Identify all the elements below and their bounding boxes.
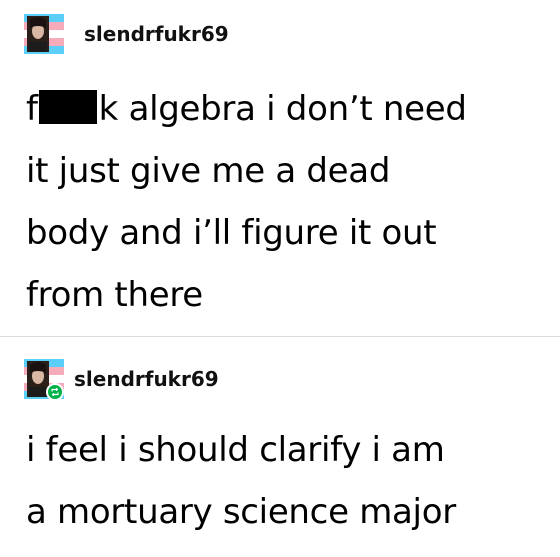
censor-block xyxy=(38,90,97,124)
username[interactable]: slendrfukr69 xyxy=(74,367,219,391)
reblog-icon xyxy=(46,383,64,401)
post-header: slendrfukr69 xyxy=(24,14,229,54)
avatar[interactable] xyxy=(24,359,64,401)
post-text: i feel i should clarify i am a mortuary … xyxy=(26,419,550,543)
post-header: slendrfukr69 xyxy=(24,359,219,401)
post-text-line: from there xyxy=(26,275,203,315)
text-before-censor: f xyxy=(26,89,38,129)
post-text-line: f k algebra i don’t need xyxy=(26,78,550,140)
text-after-censor: k algebra i don’t need xyxy=(98,89,467,129)
avatar-image xyxy=(24,14,64,54)
post-text-line: i feel i should clarify i am xyxy=(26,430,445,470)
avatar[interactable] xyxy=(24,14,64,54)
post-text-line: it just give me a dead xyxy=(26,151,391,191)
post-text: f k algebra i don’t need it just give me … xyxy=(26,78,550,326)
post-text-line: a mortuary science major xyxy=(26,492,456,532)
avatar-person-icon xyxy=(27,16,49,52)
post-reblog: slendrfukr69 i feel i should clarify i a… xyxy=(0,336,560,557)
username[interactable]: slendrfukr69 xyxy=(84,22,229,46)
post-original: slendrfukr69 f k algebra i don’t need it … xyxy=(0,0,560,336)
post-text-line: body and i’ll figure it out xyxy=(26,213,437,253)
